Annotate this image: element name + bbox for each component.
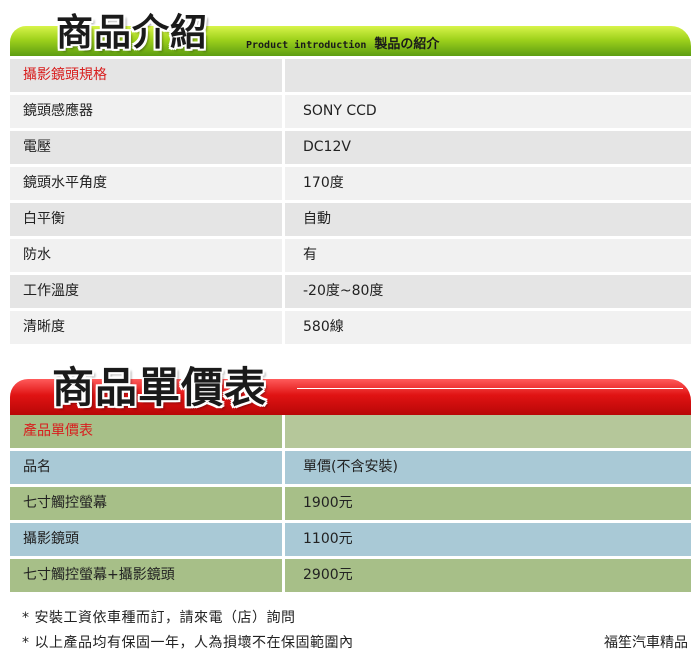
spec-label: 鏡頭水平角度 bbox=[10, 167, 282, 200]
spec-table: 攝影鏡頭規格 鏡頭感應器 SONY CCD 電壓 DC12V 鏡頭水平角度 17… bbox=[10, 59, 691, 347]
note-line: * 安裝工資依車種而訂，請來電（店）詢問 bbox=[22, 610, 296, 626]
price-banner-title: 商品單價表 bbox=[52, 363, 268, 412]
price-header-empty bbox=[285, 415, 691, 448]
spec-label: 清晰度 bbox=[10, 311, 282, 344]
spec-value: 有 bbox=[285, 239, 691, 272]
notes: * 安裝工資依車種而訂，請來電（店）詢問 * 以上產品均有保固一年，人為損壞不在… bbox=[22, 606, 692, 656]
spec-value: 580線 bbox=[285, 311, 691, 344]
spec-label: 白平衡 bbox=[10, 203, 282, 236]
intro-subtitle-en: Product introduction bbox=[246, 40, 367, 51]
spec-value: 170度 bbox=[285, 167, 691, 200]
spec-label: 工作溫度 bbox=[10, 275, 282, 308]
price-column-row: 品名 單價(不含安裝) bbox=[10, 451, 691, 484]
product-price: 1900元 bbox=[285, 487, 691, 520]
spec-header-row: 攝影鏡頭規格 bbox=[10, 59, 691, 92]
spec-header-empty bbox=[285, 59, 691, 92]
intro-banner-subtitle: Product introduction 製品の紹介 bbox=[246, 33, 439, 52]
price-row: 七寸觸控螢幕 1900元 bbox=[10, 487, 691, 520]
product-name: 七寸觸控螢幕+攝影鏡頭 bbox=[10, 559, 282, 592]
product-name: 七寸觸控螢幕 bbox=[10, 487, 282, 520]
spec-row: 鏡頭感應器 SONY CCD bbox=[10, 95, 691, 128]
note-line: * 以上產品均有保固一年，人為損壞不在保固範圍內 bbox=[22, 635, 354, 651]
price-row: 攝影鏡頭 1100元 bbox=[10, 523, 691, 556]
spec-row: 清晰度 580線 bbox=[10, 311, 691, 344]
product-intro-banner: 商品介紹 Product introduction 製品の紹介 bbox=[10, 0, 691, 58]
spec-value: -20度~80度 bbox=[285, 275, 691, 308]
intro-subtitle-zh: 製品の紹介 bbox=[374, 37, 440, 52]
price-header: 產品單價表 bbox=[10, 415, 282, 448]
spec-label: 防水 bbox=[10, 239, 282, 272]
shop-name: 福笙汽車精品 bbox=[604, 635, 688, 651]
price-list-banner: 商品單價表 bbox=[10, 352, 691, 416]
product-name: 攝影鏡頭 bbox=[10, 523, 282, 556]
banner-rule bbox=[297, 388, 683, 389]
spec-value: DC12V bbox=[285, 131, 691, 164]
spec-row: 防水 有 bbox=[10, 239, 691, 272]
spec-row: 電壓 DC12V bbox=[10, 131, 691, 164]
price-row: 七寸觸控螢幕+攝影鏡頭 2900元 bbox=[10, 559, 691, 592]
spec-header: 攝影鏡頭規格 bbox=[10, 59, 282, 92]
spec-row: 工作溫度 -20度~80度 bbox=[10, 275, 691, 308]
spec-row: 鏡頭水平角度 170度 bbox=[10, 167, 691, 200]
spec-row: 白平衡 自動 bbox=[10, 203, 691, 236]
spec-value: SONY CCD bbox=[285, 95, 691, 128]
intro-banner-title: 商品介紹 bbox=[56, 11, 208, 54]
product-price: 2900元 bbox=[285, 559, 691, 592]
spec-label: 鏡頭感應器 bbox=[10, 95, 282, 128]
spec-value: 自動 bbox=[285, 203, 691, 236]
product-price: 1100元 bbox=[285, 523, 691, 556]
price-table: 產品單價表 品名 單價(不含安裝) 七寸觸控螢幕 1900元 攝影鏡頭 1100… bbox=[10, 415, 691, 595]
price-header-row: 產品單價表 bbox=[10, 415, 691, 448]
column-price-label: 單價(不含安裝) bbox=[285, 451, 691, 484]
column-name-label: 品名 bbox=[10, 451, 282, 484]
spec-label: 電壓 bbox=[10, 131, 282, 164]
